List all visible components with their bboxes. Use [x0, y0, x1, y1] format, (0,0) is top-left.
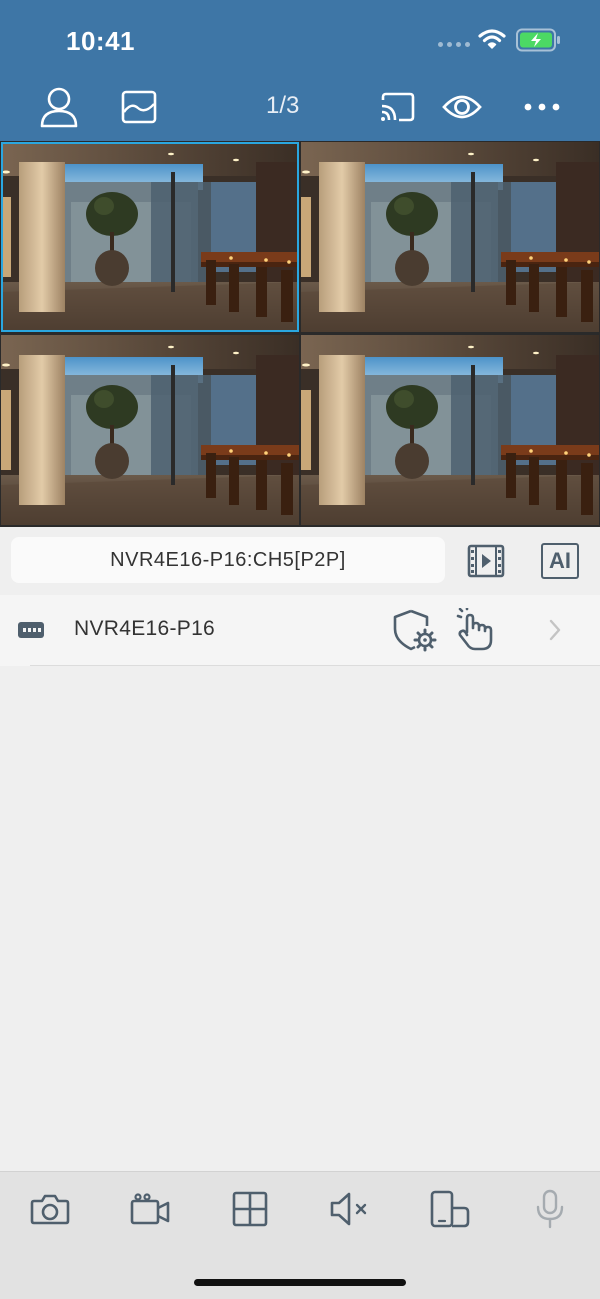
- shield-settings-icon[interactable]: [389, 605, 439, 655]
- ai-label: AI: [541, 543, 579, 579]
- grid-icon[interactable]: [220, 1186, 280, 1232]
- wifi-icon: [478, 28, 506, 55]
- chevron-right-icon: [540, 615, 570, 645]
- camera-tile-4[interactable]: [301, 335, 599, 525]
- cellular-icon: [438, 42, 470, 47]
- video-record-icon[interactable]: [120, 1186, 180, 1232]
- cast-icon[interactable]: [372, 82, 422, 132]
- devices-icon[interactable]: [420, 1186, 480, 1232]
- channel-label[interactable]: NVR4E16-P16:CH5[P2P]: [11, 537, 445, 583]
- channel-info-bar: NVR4E16-P16:CH5[P2P] AI: [0, 527, 600, 593]
- camera-icon[interactable]: [20, 1186, 80, 1232]
- playback-icon[interactable]: [464, 539, 508, 583]
- touch-control-icon[interactable]: [448, 605, 498, 655]
- more-icon[interactable]: [517, 82, 567, 132]
- home-indicator: [194, 1279, 406, 1286]
- device-row[interactable]: NVR4E16-P16: [0, 595, 600, 666]
- page-indicator: 1/3: [266, 92, 300, 119]
- nvr-device-icon: [18, 622, 44, 643]
- person-icon[interactable]: [34, 82, 84, 132]
- mute-icon[interactable]: [320, 1186, 380, 1232]
- gallery-icon[interactable]: [114, 82, 164, 132]
- microphone-icon[interactable]: [520, 1186, 580, 1232]
- camera-grid: [0, 141, 600, 527]
- camera-tile-1[interactable]: [1, 142, 299, 332]
- top-header: 10:41 1/3: [0, 0, 600, 141]
- battery-icon: [516, 28, 562, 57]
- row-divider: [30, 665, 600, 666]
- eye-icon[interactable]: [437, 82, 487, 132]
- camera-tile-2[interactable]: [301, 142, 599, 332]
- status-time: 10:41: [66, 26, 135, 56]
- camera-tile-3[interactable]: [1, 335, 299, 525]
- ai-button[interactable]: AI: [538, 539, 582, 583]
- device-name: NVR4E16-P16: [74, 617, 216, 640]
